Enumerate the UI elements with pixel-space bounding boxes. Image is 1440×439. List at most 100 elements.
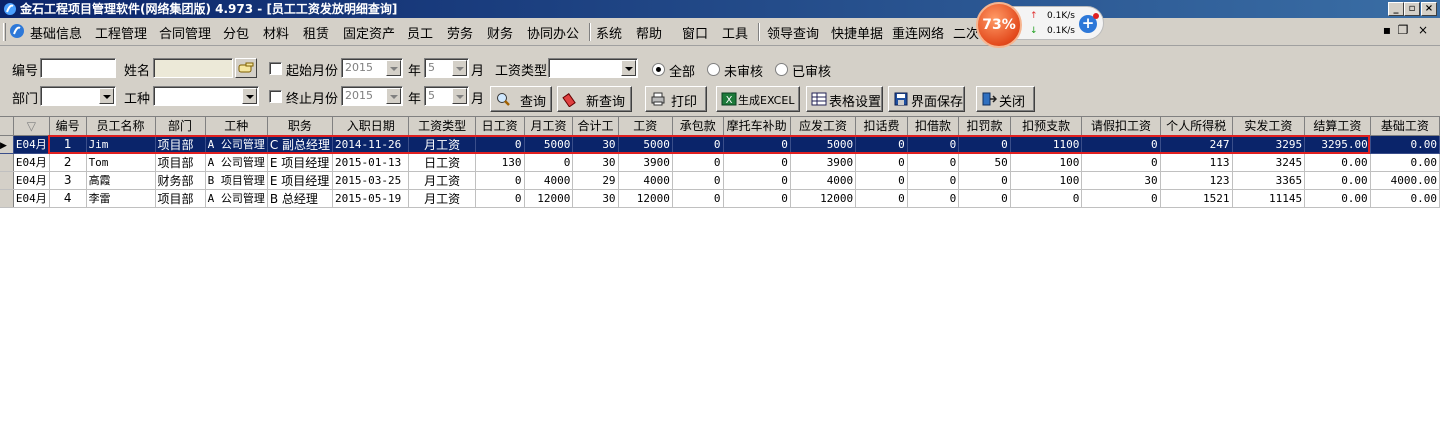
col-header-gross-pay[interactable]: 应发工资	[790, 117, 857, 136]
table-cell[interactable]: 月工资	[408, 171, 476, 190]
memory-percent-ball[interactable]: 73%	[976, 2, 1022, 48]
table-cell[interactable]: 0	[907, 153, 960, 172]
save-layout-button[interactable]: 界面保存	[888, 86, 965, 112]
table-row[interactable]: E04月 3 高霞 财务部 B 项目管理 E 项目经理 2015-03-25 月工资 0 4000…	[0, 171, 1440, 190]
table-cell[interactable]: 0	[1081, 153, 1161, 172]
table-cell[interactable]: 0	[958, 171, 1011, 190]
worktype-select[interactable]	[153, 86, 259, 106]
chevron-down-icon[interactable]	[452, 60, 467, 76]
menu-reconnect[interactable]: 重连网络	[892, 23, 944, 42]
col-header-settled-pay[interactable]: 结算工资	[1304, 117, 1371, 136]
query-button[interactable]: 查询	[490, 86, 552, 112]
table-cell[interactable]: 4000	[790, 171, 857, 190]
close-window-button[interactable]: ×	[1421, 2, 1437, 16]
table-cell[interactable]: 5000	[524, 135, 574, 154]
menu-quick-docs[interactable]: 快捷单据	[831, 23, 883, 42]
menu-contract[interactable]: 合同管理	[159, 23, 211, 42]
table-cell[interactable]: E04月	[13, 153, 50, 172]
end-month-checkbox[interactable]	[269, 90, 282, 103]
chevron-down-icon[interactable]	[386, 60, 401, 76]
menu-leader-query[interactable]: 领导查询	[767, 23, 819, 42]
table-cell[interactable]: 0	[1081, 189, 1161, 208]
table-cell[interactable]: 0	[723, 189, 791, 208]
table-cell[interactable]: E04月	[13, 171, 50, 190]
table-cell[interactable]: 4000	[618, 171, 673, 190]
menu-fixed-assets[interactable]: 固定资产	[343, 23, 395, 42]
close-button[interactable]: 关闭	[976, 86, 1035, 112]
table-cell[interactable]: 123	[1160, 171, 1233, 190]
table-cell[interactable]: 30	[572, 153, 619, 172]
chevron-down-icon[interactable]	[242, 88, 257, 104]
table-cell[interactable]: 100	[1010, 153, 1083, 172]
table-cell[interactable]: 4000.00	[1370, 171, 1440, 190]
start-month-select[interactable]: 5	[424, 58, 469, 78]
col-header-dept[interactable]: 部门	[155, 117, 206, 136]
table-cell[interactable]: 1	[49, 135, 87, 154]
menu-project[interactable]: 工程管理	[95, 23, 147, 42]
col-header-leave-deduct[interactable]: 请假扣工资	[1081, 117, 1161, 136]
table-cell[interactable]: 2014-11-26	[332, 135, 410, 154]
new-query-button[interactable]: 新查询	[557, 86, 632, 112]
col-header-worktype[interactable]: 工种	[205, 117, 268, 136]
table-cell[interactable]: 0	[1010, 189, 1083, 208]
table-cell[interactable]: 3900	[618, 153, 673, 172]
col-header-name[interactable]: 员工名称	[86, 117, 156, 136]
col-header-hire-date[interactable]: 入职日期	[332, 117, 410, 136]
table-cell[interactable]: 0	[855, 189, 908, 208]
chevron-down-icon[interactable]	[386, 88, 401, 104]
export-excel-button[interactable]: X 生成EXCEL	[716, 86, 800, 112]
col-header-loan-deduct[interactable]: 扣借款	[907, 117, 960, 136]
table-cell[interactable]: 0	[958, 135, 1011, 154]
menu-window[interactable]: 窗口	[682, 23, 708, 42]
menu-labor[interactable]: 劳务	[447, 23, 473, 42]
mdi-close-icon[interactable]: ×	[1416, 23, 1430, 37]
table-cell[interactable]: 3295	[1232, 135, 1306, 154]
menu-material[interactable]: 材料	[263, 23, 289, 42]
dept-select[interactable]	[40, 86, 116, 106]
table-cell[interactable]: 高霞	[86, 171, 156, 190]
col-header-wage[interactable]: 工资	[618, 117, 673, 136]
table-cell[interactable]: 0.00	[1370, 153, 1440, 172]
table-cell[interactable]: 月工资	[408, 189, 476, 208]
table-cell[interactable]: 0.00	[1304, 189, 1371, 208]
table-cell[interactable]: 30	[572, 135, 619, 154]
table-cell[interactable]: 0.00	[1370, 135, 1440, 154]
table-cell[interactable]: 0	[907, 135, 960, 154]
table-cell[interactable]: 0	[672, 135, 724, 154]
end-year-select[interactable]: 2015	[341, 86, 403, 106]
table-cell[interactable]: 1100	[1010, 135, 1083, 154]
table-cell[interactable]: 2	[49, 153, 87, 172]
table-cell[interactable]: A 公司管理	[205, 189, 268, 208]
menu-basic-info[interactable]: 基础信息	[30, 23, 82, 42]
table-cell[interactable]: 0.00	[1304, 171, 1371, 190]
table-cell[interactable]: 0	[723, 135, 791, 154]
table-cell[interactable]: 113	[1160, 153, 1233, 172]
col-header-income-tax[interactable]: 个人所得税	[1160, 117, 1233, 136]
col-header-position[interactable]: 职务	[267, 117, 334, 136]
menu-help[interactable]: 帮助	[636, 23, 662, 42]
col-header-monthly-wage[interactable]: 月工资	[524, 117, 574, 136]
menu-tools[interactable]: 工具	[722, 23, 748, 42]
chevron-down-icon[interactable]	[452, 88, 467, 104]
table-cell[interactable]: B 项目管理	[205, 171, 268, 190]
chevron-down-icon[interactable]	[99, 88, 114, 104]
table-cell[interactable]: 12000	[618, 189, 673, 208]
table-cell[interactable]: 4	[49, 189, 87, 208]
table-cell[interactable]: 50	[958, 153, 1011, 172]
table-cell[interactable]: 0	[672, 189, 724, 208]
toolbar-grip[interactable]	[3, 23, 6, 41]
table-cell[interactable]: 11145	[1232, 189, 1306, 208]
table-cell[interactable]: 5000	[618, 135, 673, 154]
table-cell[interactable]: E 项目经理	[267, 171, 334, 190]
table-cell[interactable]: 0	[855, 171, 908, 190]
table-cell[interactable]: 0	[907, 189, 960, 208]
table-cell[interactable]: 3	[49, 171, 87, 190]
end-month-select[interactable]: 5	[424, 86, 469, 106]
minimize-button[interactable]: _	[1388, 2, 1404, 16]
table-cell[interactable]: 0	[475, 189, 525, 208]
network-speed-widget[interactable]: 73% ↑ 0.1K/s ↓ 0.1K/s +	[976, 2, 1104, 48]
col-header-total-days[interactable]: 合计工	[572, 117, 619, 136]
pick-staff-button[interactable]	[235, 58, 257, 78]
table-cell[interactable]: 4000	[524, 171, 574, 190]
col-header-advance-deduct[interactable]: 扣预支款	[1010, 117, 1083, 136]
